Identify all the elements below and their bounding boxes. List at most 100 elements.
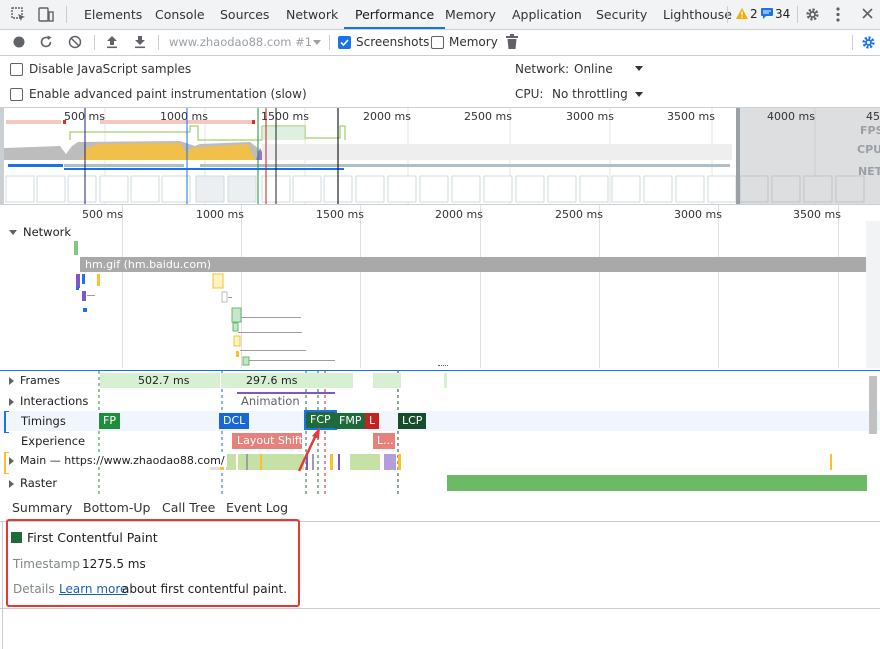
dcl-marker[interactable]: DCL	[219, 413, 250, 429]
net-lane-label: NET	[858, 165, 880, 178]
screenshots-checkbox[interactable]	[338, 36, 351, 49]
tab-memory[interactable]: Memory	[445, 0, 496, 29]
load-profile-icon[interactable]	[106, 35, 118, 49]
device-toolbar-icon[interactable]	[38, 7, 54, 22]
overview-tick: 45	[866, 110, 880, 123]
fp-marker[interactable]: FP	[99, 413, 120, 429]
tab-event-log[interactable]: Event Log	[226, 495, 288, 521]
capture-settings-pane: Disable JavaScript samples Enable advanc…	[0, 56, 880, 108]
save-profile-icon[interactable]	[134, 35, 146, 49]
profile-select[interactable]: www.zhaodao88.com #1	[169, 35, 312, 49]
fcp-marker[interactable]: FCP	[304, 410, 337, 430]
network-track-header[interactable]: Network	[9, 225, 71, 239]
record-icon[interactable]	[12, 35, 26, 49]
devtools-tab-bar: Elements Console Sources Network Perform…	[0, 0, 880, 30]
timeline-tick: 2000 ms	[435, 208, 483, 221]
timings-label: Timings	[21, 414, 66, 428]
tab-call-tree[interactable]: Call Tree	[162, 495, 215, 521]
interactions-label: Interactions	[20, 394, 89, 408]
tracks-scrollbar[interactable]	[869, 376, 877, 434]
timings-track[interactable]: Timings FP DCL FCP FMP L LCP	[0, 410, 880, 433]
tab-lighthouse[interactable]: Lighthouse	[663, 0, 732, 29]
warning-icon[interactable]	[736, 8, 748, 19]
expand-arrow-icon[interactable]	[9, 397, 14, 406]
network-throttle-select[interactable]: Online	[574, 62, 613, 76]
expand-arrow-icon[interactable]	[9, 479, 14, 488]
tab-elements[interactable]: Elements	[84, 0, 142, 29]
summary-pane: First Contentful Paint Timestamp 1275.5 …	[0, 519, 880, 649]
tab-network[interactable]: Network	[286, 0, 338, 29]
fmp-marker[interactable]: FMP	[335, 413, 366, 429]
network-request-label: hm.gif (hm.baidu.com)	[85, 258, 212, 271]
tracks-panel[interactable]: 502.7 ms 297.6 ms Frames Interactions An…	[0, 370, 880, 495]
experience-track[interactable]: Experience Layout Shift L...	[0, 431, 880, 451]
tab-sources[interactable]: Sources	[220, 0, 269, 29]
fps-lane-label: FPS	[860, 124, 880, 137]
cpu-lane-label: CPU	[857, 143, 880, 156]
overview-tick: 500 ms	[64, 110, 105, 123]
overview-tick: 1500 ms	[261, 110, 309, 123]
raster-label: Raster	[20, 476, 58, 490]
tab-performance[interactable]: Performance	[344, 0, 446, 29]
capture-settings-gear-icon[interactable]	[861, 35, 876, 50]
raster-track[interactable]: Raster	[0, 473, 880, 493]
frame-duration[interactable]: 502.7 ms	[138, 374, 189, 387]
tab-console[interactable]: Console	[155, 0, 205, 29]
overview-tick: 2500 ms	[464, 110, 512, 123]
disable-js-samples-checkbox[interactable]	[10, 63, 23, 76]
expand-arrow-icon[interactable]	[9, 230, 17, 235]
highlight-annotation-box	[6, 519, 300, 607]
advanced-paint-checkbox[interactable]	[10, 88, 23, 101]
garbage-collect-icon[interactable]	[506, 34, 518, 49]
frames-label: Frames	[20, 374, 61, 387]
experience-label: Experience	[21, 434, 86, 448]
message-count: 34	[775, 7, 791, 21]
timeline-tick: 500 ms	[82, 208, 123, 221]
expand-arrow-icon[interactable]	[9, 457, 14, 465]
close-icon[interactable]	[862, 8, 873, 19]
tab-application[interactable]: Application	[512, 0, 582, 29]
advanced-paint-label[interactable]: Enable advanced paint instrumentation (s…	[29, 87, 307, 101]
interactions-track[interactable]: Interactions Animation	[0, 391, 880, 411]
load-marker[interactable]: L	[365, 413, 380, 429]
settings-gear-icon[interactable]	[805, 7, 820, 22]
more-options-icon[interactable]	[836, 7, 840, 22]
chevron-down-icon[interactable]	[635, 92, 643, 97]
timeline-overview[interactable]: 500 ms 1000 ms 1500 ms 2000 ms 2500 ms 3…	[0, 108, 880, 205]
tab-bottom-up[interactable]: Bottom-Up	[83, 495, 150, 521]
clear-icon[interactable]	[68, 35, 82, 49]
network-throttle-label: Network:	[515, 62, 570, 76]
main-thread-label: Main — https://www.zhaodao88.com/	[20, 454, 225, 467]
timeline-tick: 3500 ms	[793, 208, 841, 221]
cpu-throttle-select[interactable]: No throttling	[552, 87, 628, 101]
layout-shift-label: L...	[377, 434, 394, 447]
frames-track[interactable]: 502.7 ms 297.6 ms Frames	[0, 371, 880, 390]
timeline-tick: 2500 ms	[555, 208, 603, 221]
memory-checkbox[interactable]	[431, 36, 444, 49]
overview-tick: 4000 ms	[767, 110, 815, 123]
inspect-element-icon[interactable]	[11, 7, 26, 22]
expand-arrow-icon[interactable]	[9, 377, 14, 385]
memory-label[interactable]: Memory	[449, 35, 498, 49]
overview-tick: 3000 ms	[566, 110, 614, 123]
chevron-down-icon[interactable]	[635, 66, 643, 71]
screenshots-label[interactable]: Screenshots	[356, 35, 429, 49]
disable-js-samples-label[interactable]: Disable JavaScript samples	[29, 62, 191, 76]
tab-summary[interactable]: Summary	[12, 495, 72, 521]
lcp-marker[interactable]: LCP	[398, 413, 427, 429]
warning-count: 2	[750, 7, 758, 21]
overview-tick: 1000 ms	[160, 110, 208, 123]
chevron-down-icon[interactable]	[313, 40, 321, 45]
reload-record-icon[interactable]	[39, 35, 53, 49]
performance-toolbar: www.zhaodao88.com #1 Screenshots Memory	[0, 30, 880, 56]
network-track-panel[interactable]: 500 ms 1000 ms 1500 ms 2000 ms 2500 ms 3…	[0, 205, 880, 368]
timeline-tick: 1000 ms	[196, 208, 244, 221]
animation-label[interactable]: Animation	[241, 394, 300, 408]
panel-resize-handle[interactable]	[438, 365, 448, 368]
layout-shift-label: Layout Shift	[237, 434, 303, 447]
frame-duration[interactable]: 297.6 ms	[246, 374, 297, 387]
details-tab-bar: Summary Bottom-Up Call Tree Event Log	[0, 495, 880, 522]
tab-security[interactable]: Security	[596, 0, 647, 29]
message-icon[interactable]	[761, 8, 773, 19]
main-thread-track[interactable]: Main — https://www.zhaodao88.com/	[0, 452, 880, 474]
